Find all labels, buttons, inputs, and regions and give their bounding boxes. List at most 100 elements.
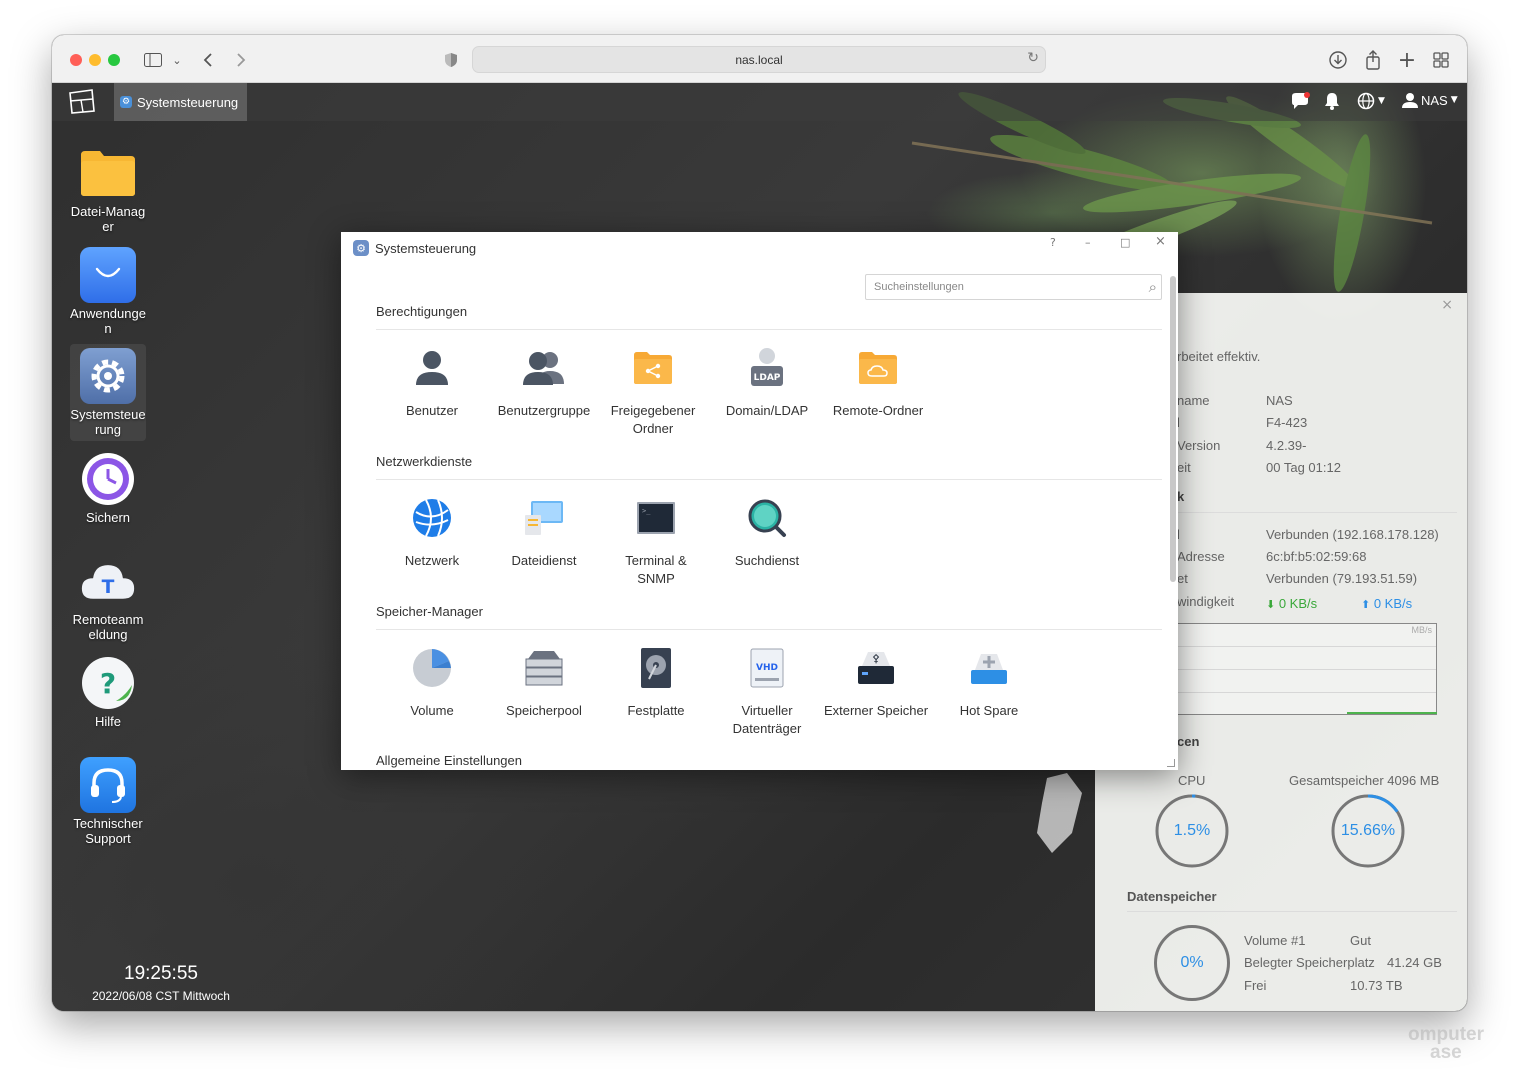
item-netzwerk[interactable]: Netzwerk: [377, 496, 487, 570]
close-window-button[interactable]: [70, 54, 82, 66]
hard-disk-icon: [634, 646, 678, 690]
section-title: Speicher-Manager: [376, 604, 483, 619]
new-tab-icon[interactable]: +: [1396, 48, 1418, 73]
reload-icon[interactable]: ↻: [1027, 50, 1039, 66]
resources-heading: cen: [1177, 734, 1200, 749]
item-festplatte[interactable]: Festplatte: [601, 646, 711, 720]
storage-value: 41.24 GB: [1387, 955, 1442, 970]
resize-handle[interactable]: [1167, 759, 1175, 767]
arrow-up-icon: ⬆: [1361, 598, 1371, 611]
item-label: Remote-Ordner: [832, 403, 924, 418]
desktop-icon-technischer-support[interactable]: Technischer Support: [70, 757, 146, 846]
user-group-icon: [522, 346, 566, 390]
desktop-icon-anwendungen[interactable]: Anwendungen: [70, 247, 146, 336]
item-dateidienst[interactable]: Dateidienst: [489, 496, 599, 570]
search-icon[interactable]: ⌕: [1149, 278, 1157, 296]
memory-label: Gesamtspeicher 4096 MB: [1289, 773, 1440, 788]
shared-folder-icon: [631, 346, 675, 390]
info-key: eit: [1177, 460, 1191, 475]
back-button[interactable]: [197, 49, 219, 71]
minimize-window-button[interactable]: [89, 54, 101, 66]
language-globe-icon[interactable]: ▼: [1357, 92, 1385, 110]
forward-button[interactable]: [230, 49, 252, 71]
item-speicherpool[interactable]: Speicherpool: [489, 646, 599, 720]
close-icon[interactable]: ×: [1441, 297, 1453, 313]
storage-ring-value: 0%: [1180, 954, 1204, 971]
chevron-down-icon[interactable]: ⌄: [166, 49, 188, 71]
item-benutzergruppe[interactable]: Benutzergruppe: [489, 346, 599, 420]
downloads-icon[interactable]: [1327, 49, 1349, 71]
divider: [376, 329, 1162, 330]
section-title: Netzwerkdienste: [376, 454, 473, 469]
desktop-icon-label: Remoteanmeldung: [72, 612, 144, 642]
item-hot-spare[interactable]: Hot Spare: [934, 646, 1044, 720]
help-button[interactable]: ?: [1050, 236, 1056, 249]
item-benutzer[interactable]: Benutzer: [377, 346, 487, 420]
cpu-value: 1.5%: [1173, 822, 1211, 839]
scrollbar-thumb[interactable]: [1170, 276, 1176, 582]
window-title: Systemsteuerung: [375, 240, 477, 256]
graph-unit: MB/s: [1411, 625, 1432, 635]
desktop-icon-label: Systemsteuerung: [70, 407, 146, 437]
ldap-icon: LDAP: [745, 346, 789, 390]
item-domain-ldap[interactable]: LDAP Domain/LDAP: [712, 346, 822, 420]
desktop-icon-remoteanmeldung[interactable]: T Remoteanmeldung: [70, 553, 146, 642]
zoom-window-button[interactable]: [108, 54, 120, 66]
desktop-icon-systemsteuerung[interactable]: Systemsteuerung: [70, 344, 146, 441]
user-menu[interactable]: NAS ▼: [1402, 92, 1458, 108]
backup-clock-icon: [80, 451, 136, 507]
close-button[interactable]: ×: [1155, 234, 1166, 249]
svg-text:?: ?: [100, 667, 116, 700]
maximize-button[interactable]: □: [1120, 236, 1130, 249]
tab-overview-icon[interactable]: [1430, 49, 1452, 71]
storage-key: Volume #1: [1244, 933, 1306, 948]
item-freigegebener-ordner[interactable]: Freigegebener Ordner: [598, 346, 708, 438]
watermark-line2: ase: [1430, 1042, 1462, 1063]
main-menu-logo-icon[interactable]: [68, 89, 96, 115]
item-remote-ordner[interactable]: Remote-Ordner: [823, 346, 933, 420]
item-label: Externer Speicher: [823, 703, 929, 718]
network-value: Verbunden (192.168.178.128): [1266, 527, 1439, 542]
bell-icon[interactable]: [1324, 92, 1340, 110]
download-speed: ⬇ 0 KB/s: [1266, 596, 1317, 611]
storage-ring: 0%: [1154, 925, 1230, 1001]
desktop-icon-sichern[interactable]: Sichern: [70, 451, 146, 525]
svg-text:T: T: [102, 577, 115, 598]
storage-value: 10.73 TB: [1350, 978, 1403, 993]
item-suchdienst[interactable]: Suchdienst: [712, 496, 822, 570]
divider: [1127, 911, 1457, 912]
info-value: NAS: [1266, 393, 1293, 408]
privacy-shield-icon[interactable]: [440, 49, 462, 71]
network-value: 6c:bf:b5:02:59:68: [1266, 549, 1367, 564]
divider: [376, 629, 1162, 630]
settings-search-input[interactable]: Sucheinstellungen ⌕: [865, 274, 1162, 300]
gear-icon: ⚙: [120, 96, 132, 108]
item-externer-speicher[interactable]: ⚴ Externer Speicher: [821, 646, 931, 720]
speed-key: windigkeit: [1177, 594, 1235, 609]
taskbar-tab-systemsteuerung[interactable]: ⚙ Systemsteuerung: [114, 83, 247, 121]
item-label: Benutzer: [405, 403, 459, 418]
storage-key: Belegter Speicherplatz: [1244, 955, 1375, 970]
shopping-bag-icon: [80, 247, 136, 303]
item-label: Volume: [410, 703, 454, 718]
chat-icon[interactable]: [1290, 92, 1310, 110]
memory-value: 15.66%: [1340, 822, 1396, 839]
storage-key: Frei: [1244, 978, 1267, 993]
desktop-icon-datei-manager[interactable]: Datei-Manager: [70, 145, 146, 234]
item-label: Suchdienst: [734, 553, 800, 568]
ldap-badge: LDAP: [754, 373, 781, 383]
item-volume[interactable]: Volume: [377, 646, 487, 720]
item-virtueller-datentraeger[interactable]: VHD Virtueller Datenträger: [712, 646, 822, 738]
item-label: Hot Spare: [959, 703, 1019, 718]
minimize-button[interactable]: –: [1085, 236, 1091, 249]
file-service-icon: [522, 496, 566, 540]
desktop-icon-hilfe[interactable]: ? Hilfe: [70, 655, 146, 729]
network-key: et: [1177, 571, 1188, 586]
address-bar[interactable]: nas.local ↻: [472, 46, 1046, 73]
share-icon[interactable]: [1362, 49, 1384, 71]
item-terminal-snmp[interactable]: >_ Terminal & SNMP: [601, 496, 711, 588]
download-speed-value: 0 KB/s: [1278, 596, 1318, 611]
sidebar-toggle-icon[interactable]: [142, 49, 164, 71]
search-service-icon: [745, 496, 789, 540]
info-value: 00 Tag 01:12: [1266, 460, 1341, 475]
